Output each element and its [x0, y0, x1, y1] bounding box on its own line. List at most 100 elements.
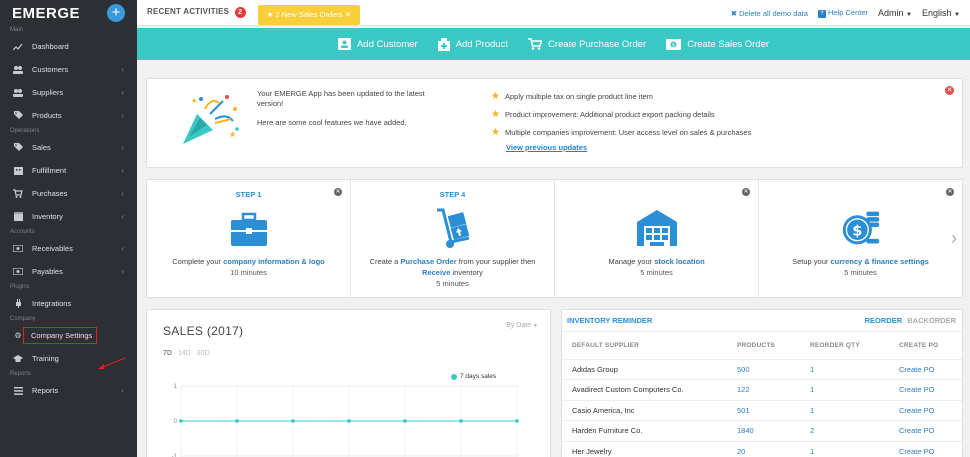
create-sales-order-label: Create Sales Order: [687, 38, 770, 50]
table-row: Adidas Group 500 1 Create PO: [562, 359, 962, 380]
step-link[interactable]: company information & logo: [223, 257, 325, 266]
close-icon: ✖: [730, 8, 737, 18]
star-icon: ★: [491, 108, 500, 120]
sidebar-item-label: Customers: [32, 65, 69, 74]
step-card: STEP 4 Create a Purchase Order from your…: [351, 180, 555, 297]
sidebar-item-company-settings[interactable]: ⚙ Company Settings: [0, 324, 137, 347]
admin-text: Admin: [878, 8, 904, 18]
tab-reorder[interactable]: REORDER: [865, 316, 903, 325]
reorder-qty-cell: 1: [800, 400, 889, 421]
close-icon[interactable]: ✕: [334, 188, 342, 196]
y-tick-label: 0: [174, 419, 178, 425]
products-cell[interactable]: 122: [727, 379, 800, 401]
delete-demo-link[interactable]: ✖ Delete all demo data: [731, 9, 808, 18]
step-link[interactable]: Purchase Order: [400, 257, 456, 266]
step-title: STEP 1: [235, 190, 262, 199]
question-icon: ?: [817, 10, 826, 18]
update-notice: ★ ★ Your EMERGE App has been updated to …: [146, 78, 963, 168]
inventory-table: DEFAULT SUPPLIER PRODUCTS REORDER QTY CR…: [562, 332, 962, 457]
close-icon[interactable]: ✕: [742, 188, 750, 196]
create-po-link[interactable]: Create PO: [889, 441, 962, 457]
section-main: Main: [10, 27, 24, 33]
range-14d[interactable]: 14D: [178, 350, 191, 357]
sidebar-item-inventory[interactable]: Inventory ‹: [0, 205, 137, 228]
step-text: inventory: [450, 268, 483, 277]
svg-text:$: $: [672, 42, 675, 48]
legend-swatch: [451, 373, 457, 380]
data-point: [515, 419, 519, 423]
help-center-link[interactable]: ? Help Center: [817, 8, 868, 18]
chevron-right-icon[interactable]: ›: [951, 228, 957, 249]
add-product-button[interactable]: Add Product: [437, 37, 508, 51]
inventory-title: INVENTORY REMINDER: [567, 316, 653, 325]
briefcase-icon: [230, 212, 267, 246]
create-po-link[interactable]: Create PO: [889, 400, 962, 421]
tab-backorder[interactable]: BACKORDER: [907, 316, 956, 325]
data-point: [291, 419, 295, 423]
chevron-left-icon: ‹: [121, 88, 124, 97]
sidebar-item-customers[interactable]: Customers ‹: [0, 58, 137, 81]
products-cell[interactable]: 500: [727, 359, 800, 380]
products-cell[interactable]: 20: [727, 441, 800, 457]
sales-chart: 10-1: [172, 384, 519, 457]
sidebar-item-sales[interactable]: Sales ‹: [0, 136, 137, 159]
supplier-cell: Harden Furniture Co.: [562, 420, 727, 442]
new-orders-toast[interactable]: ★ 2 New Sales Orders ✕: [257, 4, 360, 25]
section-operations: Operations: [10, 128, 40, 134]
step-link[interactable]: stock location: [654, 257, 704, 266]
add-customer-button[interactable]: Add Customer: [337, 38, 418, 50]
sidebar-item-suppliers[interactable]: Suppliers ‹: [0, 81, 137, 104]
users-icon: [13, 65, 23, 74]
sidebar-item-reports[interactable]: Reports ‹: [0, 379, 137, 402]
create-po-link[interactable]: Create PO: [889, 359, 962, 380]
create-purchase-order-button[interactable]: Create Purchase Order: [527, 38, 646, 50]
quick-add-button[interactable]: +: [107, 4, 125, 22]
app-logo[interactable]: EMERGE: [12, 5, 80, 22]
step-card: Manage your stock location 5 minutes ✕: [555, 180, 759, 297]
sidebar-item-dashboard[interactable]: Dashboard: [0, 35, 137, 58]
create-po-link[interactable]: Create PO: [889, 379, 962, 401]
sidebar-item-fulfillment[interactable]: Fulfillment ‹: [0, 159, 137, 182]
step-link[interactable]: Receive: [422, 268, 450, 277]
step-card: $ Setup your currency & finance settings…: [759, 180, 962, 297]
language-dropdown[interactable]: English ▼: [922, 8, 960, 18]
products-cell[interactable]: 1840: [727, 420, 800, 442]
column-header: PRODUCTS: [727, 332, 800, 360]
step-description: Manage your stock location: [555, 256, 758, 267]
view-previous-updates-link[interactable]: View previous updates: [506, 143, 751, 152]
notice-line-2: Here are some cool features we have adde…: [257, 118, 407, 127]
close-icon[interactable]: ✕: [345, 10, 351, 19]
tag-icon: [13, 111, 23, 120]
step-description: Create a Purchase Order from your suppli…: [351, 256, 554, 278]
sidebar-item-integrations[interactable]: Integrations: [0, 292, 137, 315]
range-7d[interactable]: 7D: [163, 350, 172, 357]
by-date-dropdown[interactable]: By Date ▼: [506, 322, 538, 329]
sidebar-item-products[interactable]: Products ‹: [0, 104, 137, 127]
sidebar-item-label: Products: [32, 111, 62, 120]
caret-down-icon: ▼: [906, 12, 912, 18]
step-card: STEP 1 Complete your company information…: [147, 180, 351, 297]
sales-title: SALES (2017): [163, 324, 244, 338]
section-plugins: Plugins: [10, 284, 30, 290]
step-title: STEP 4: [439, 190, 466, 199]
products-cell[interactable]: 501: [727, 400, 800, 421]
data-point: [459, 419, 463, 423]
sidebar-item-receivables[interactable]: Receivables ‹: [0, 237, 137, 260]
party-popper-icon: ★ ★: [183, 95, 239, 144]
chevron-left-icon: ‹: [121, 244, 124, 253]
create-po-link[interactable]: Create PO: [889, 420, 962, 442]
close-icon[interactable]: ✕: [945, 86, 954, 95]
range-30d[interactable]: 30D: [197, 350, 210, 357]
sidebar-item-payables[interactable]: Payables ‹: [0, 260, 137, 283]
table-row: Avadirect Custom Computers Co. 122 1 Cre…: [562, 379, 962, 401]
recent-activities-label[interactable]: RECENT ACTIVITIES 2: [147, 7, 246, 18]
admin-dropdown[interactable]: Admin ▼: [878, 8, 912, 18]
chevron-left-icon: ‹: [121, 212, 124, 221]
create-sales-order-button[interactable]: $ Create Sales Order: [666, 38, 770, 50]
sidebar-item-purchases[interactable]: Purchases ‹: [0, 182, 137, 205]
feature-item: ★ Apply multiple tax on single product li…: [491, 87, 751, 105]
close-icon[interactable]: ✕: [946, 188, 954, 196]
reorder-qty-cell: 1: [800, 379, 889, 401]
step-link[interactable]: currency & finance settings: [830, 257, 928, 266]
table-row: Harden Furniture Co. 1840 2 Create PO: [562, 420, 962, 442]
